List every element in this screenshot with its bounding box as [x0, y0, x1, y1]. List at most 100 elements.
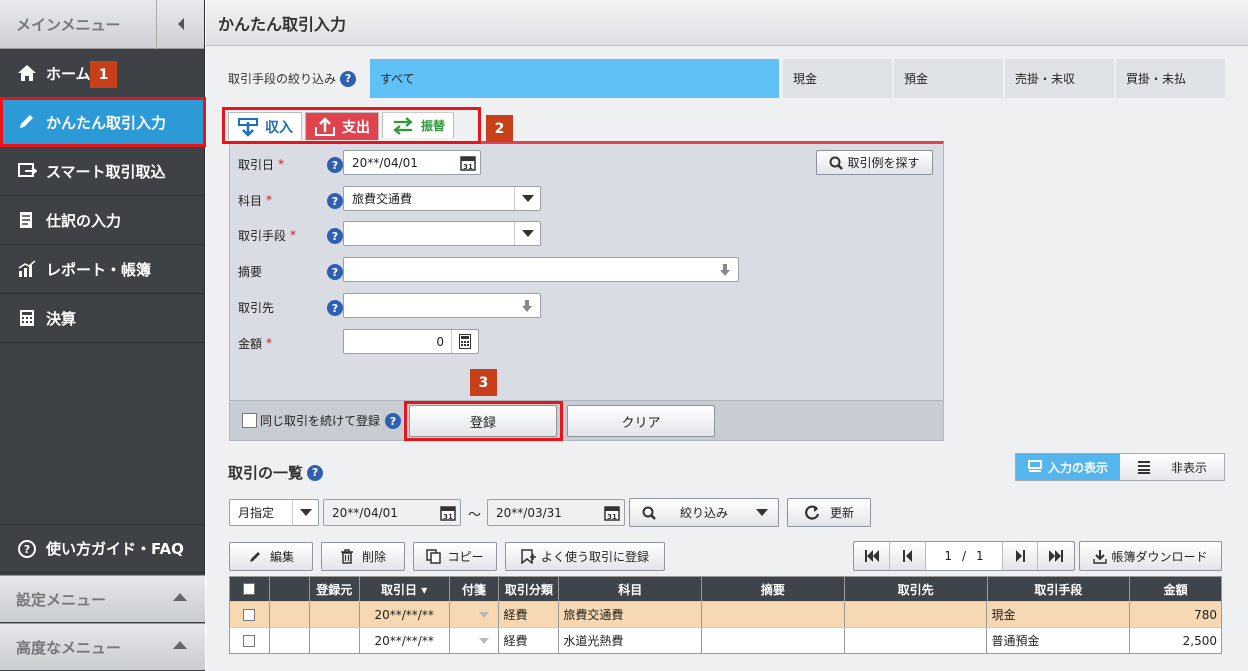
account-select[interactable]: 旅費交通費 [343, 186, 541, 211]
col-header-account[interactable]: 科目 [559, 577, 703, 601]
suggest-down-icon[interactable] [712, 258, 738, 281]
register-button[interactable]: 登録 [409, 405, 557, 437]
help-icon[interactable]: ? [327, 193, 343, 209]
delete-button[interactable]: 削除 [321, 542, 405, 571]
sidebar-item-journal[interactable]: 仕訳の入力 [0, 196, 204, 245]
amount-input[interactable]: 0 [343, 329, 479, 354]
tab-income-label: 収入 [265, 119, 293, 136]
col-header-source[interactable]: 登録元 [310, 577, 360, 601]
tab-expense[interactable]: 支出 [305, 112, 379, 140]
copy-button[interactable]: コピー [413, 542, 497, 571]
col-header-partner[interactable]: 取引先 [845, 577, 988, 601]
advanced-menu-toggle[interactable]: 高度なメニュー [0, 623, 205, 670]
amount-label: 金額 [238, 336, 263, 351]
date-row: 取引日 * [238, 152, 284, 176]
home-icon [16, 63, 38, 83]
calendar-icon[interactable]: 31 [440, 504, 456, 524]
calculator-icon [16, 308, 38, 328]
dropdown-toggle[interactable] [514, 187, 540, 210]
tab-transfer[interactable]: 振替 [382, 112, 455, 138]
method-label: 取引手段 [238, 228, 287, 243]
table-cell-method: 現金 [987, 602, 1131, 627]
clear-button[interactable]: クリア [567, 405, 715, 437]
suggest-down-icon[interactable] [514, 294, 540, 317]
date-from-field[interactable]: 20**/04/01 31 [323, 499, 461, 526]
chevron-down-icon [521, 230, 534, 237]
tag-cell[interactable] [450, 628, 500, 653]
repeat-checkbox[interactable] [242, 413, 257, 428]
find-example-button[interactable]: 取引例を探す [816, 150, 933, 175]
filter-tab-payable[interactable]: 買掛・未払 [1116, 59, 1225, 98]
show-input-button[interactable]: 入力の表示 [1016, 454, 1120, 480]
sidebar-item-easy-entry[interactable]: かんたん取引入力 [0, 98, 204, 147]
favorite-button-label: よく使う取引に登録 [540, 550, 649, 564]
edit-button[interactable]: 編集 [229, 542, 313, 571]
download-ledger-button[interactable]: 帳簿ダウンロード [1079, 541, 1222, 571]
date-field[interactable]: 20**/04/01 31 [343, 150, 481, 175]
calendar-icon[interactable]: 31 [604, 504, 620, 524]
sidebar-item-smart-import[interactable]: スマート取引取込 [0, 147, 204, 196]
pagination: 1 / 1 [853, 541, 1075, 571]
help-icon[interactable]: ? [327, 264, 343, 280]
sidebar-header: メインメニュー [0, 0, 204, 49]
dropdown-toggle[interactable] [514, 222, 540, 245]
filter-tab-deposit[interactable]: 預金 [894, 59, 1003, 98]
calendar-icon[interactable]: 31 [460, 154, 476, 174]
hide-input-button[interactable]: 非表示 [1120, 454, 1224, 480]
table-cell-partner [845, 602, 988, 627]
row-select-cell [230, 602, 270, 627]
help-icon[interactable]: ? [327, 157, 343, 173]
search-icon [829, 156, 844, 170]
tab-income[interactable]: 収入 [228, 112, 302, 140]
col-header-memo[interactable]: 摘要 [702, 577, 845, 601]
prev-page-button[interactable] [890, 542, 926, 570]
collapse-sidebar-button[interactable] [156, 0, 204, 49]
first-page-button[interactable] [854, 542, 890, 570]
settings-menu-label: 設定メニュー [16, 590, 107, 609]
sidebar-item-closing[interactable]: 決算 [0, 294, 204, 343]
row-checkbox[interactable] [243, 634, 256, 647]
help-icon[interactable]: ? [340, 70, 357, 87]
dropdown-toggle[interactable] [292, 500, 318, 525]
table-row[interactable]: 20**/**/** 経費 水道光熱費 普通預金 2,500 [230, 627, 1221, 653]
date-from-value: 20**/04/01 [332, 505, 398, 520]
filter-tab-all[interactable]: すべて [370, 59, 779, 98]
help-icon[interactable]: ? [327, 300, 343, 316]
method-select[interactable] [343, 221, 541, 246]
col-header-method[interactable]: 取引手段 [988, 577, 1131, 601]
filter-button[interactable]: 絞り込み [629, 498, 779, 527]
row-checkbox[interactable] [243, 608, 256, 621]
sidebar-item-reports[interactable]: レポート・帳簿 [0, 245, 204, 294]
svg-text:31: 31 [463, 163, 473, 171]
memo-input[interactable] [343, 257, 739, 282]
settings-menu-toggle[interactable]: 設定メニュー [0, 575, 205, 622]
trash-icon [340, 549, 353, 564]
period-mode-select[interactable]: 月指定 [229, 499, 319, 526]
filter-tab-receivable[interactable]: 売掛・未収 [1005, 59, 1114, 98]
filter-tab-cash[interactable]: 現金 [783, 59, 892, 98]
calculator-icon[interactable] [451, 330, 478, 353]
show-input-label: 入力の表示 [1047, 460, 1108, 475]
transfer-icon [393, 116, 413, 135]
date-to-field[interactable]: 20**/03/31 31 [487, 499, 625, 526]
help-icon[interactable]: ? [307, 464, 324, 481]
refresh-button[interactable]: 更新 [787, 498, 871, 527]
help-icon[interactable]: ? [385, 413, 401, 429]
date-label: 取引日 [238, 157, 275, 172]
table-row[interactable]: 20**/**/** 経費 旅費交通費 現金 780 [230, 601, 1221, 627]
help-icon[interactable]: ? [327, 228, 343, 244]
list-title: 取引の一覧 ? [228, 462, 324, 483]
col-header-date[interactable]: 取引日 ▾ [360, 577, 450, 601]
tag-cell[interactable] [450, 602, 500, 627]
search-icon [642, 506, 656, 520]
select-all-checkbox[interactable] [243, 583, 256, 595]
partner-input[interactable] [343, 293, 541, 318]
col-header-amount[interactable]: 金額 [1130, 577, 1221, 601]
memo-label: 摘要 [238, 264, 263, 279]
col-header-category[interactable]: 取引分類 [499, 577, 560, 601]
favorite-button[interactable]: よく使う取引に登録 [505, 542, 665, 571]
sidebar-item-guide[interactable]: ? 使い方ガイド・FAQ [0, 524, 204, 573]
last-page-button[interactable] [1038, 542, 1074, 570]
col-header-tag[interactable]: 付箋 [450, 577, 500, 601]
next-page-button[interactable] [1002, 542, 1038, 570]
